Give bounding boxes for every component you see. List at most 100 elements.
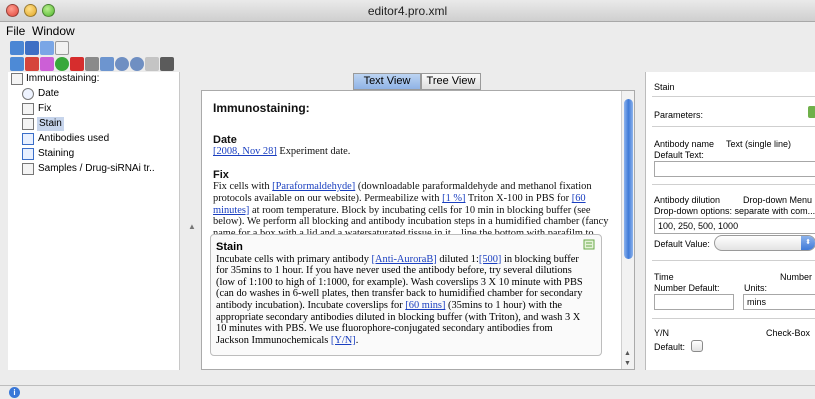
paraformaldehyde-link[interactable]: [Paraformaldehyde]	[272, 181, 355, 192]
dilution-link[interactable]: [500]	[479, 254, 502, 265]
add-icon[interactable]	[55, 57, 69, 71]
parameter-type-dropdown[interactable]: Drop-down Menu	[743, 195, 812, 205]
date-text: Experiment date.	[276, 146, 351, 158]
stain-section[interactable]: Stain Incubate cells with primary antibo…	[210, 234, 602, 356]
time-label: Time	[654, 272, 674, 282]
folder-icon[interactable]	[10, 41, 24, 55]
yn-link[interactable]: [Y/N]	[331, 335, 356, 346]
default-checkbox-label: Default:	[654, 342, 686, 352]
tree-item-label: Date	[38, 88, 60, 99]
pane-splitter-arrow-icon[interactable]: ▲	[188, 222, 196, 231]
checklist-icon[interactable]	[10, 57, 24, 71]
antibody-name-label: Antibody name	[654, 139, 715, 149]
properties-panel: Stain Parameters: Antibody name Text (si…	[645, 72, 815, 370]
doc-icon	[22, 163, 34, 175]
text-view-document: Immunostaining: Date [2008, Nov 28] Expe…	[201, 90, 635, 370]
delete-icon[interactable]	[70, 57, 84, 71]
doc-icon	[22, 118, 34, 130]
copy-icon[interactable]	[145, 57, 159, 71]
parameter-type-checkbox[interactable]: Check-Box	[766, 328, 810, 338]
info-icon[interactable]: i	[9, 387, 20, 398]
trash-icon[interactable]	[160, 57, 174, 71]
units-field[interactable]: mins	[743, 294, 815, 310]
app-window: editor4.pro.xml File Window Immunostaini…	[0, 0, 815, 399]
doc-title: Immunostaining:	[213, 101, 310, 115]
doc-icon	[11, 73, 23, 85]
divider	[652, 260, 815, 261]
fix-text: Triton X-100 in PBS for	[465, 192, 572, 204]
draw-icon[interactable]	[40, 57, 54, 71]
export-icon[interactable]	[100, 57, 114, 71]
date-link[interactable]: [2008, Nov 28]	[213, 146, 277, 157]
tab-text-view[interactable]: Text View	[353, 73, 421, 90]
grey-box-icon[interactable]	[85, 57, 99, 71]
antibody-dilution-label: Antibody dilution	[654, 195, 721, 205]
move-down-icon[interactable]	[130, 57, 144, 71]
properties-hscrollbar[interactable]	[645, 370, 815, 384]
tree-item-label: Staining	[38, 148, 75, 159]
clock-icon	[22, 88, 34, 100]
parameter-type-text[interactable]: Text (single line)	[726, 139, 791, 149]
default-checkbox[interactable]	[691, 340, 703, 352]
default-value-select[interactable]: ⬍	[714, 235, 815, 251]
doc-icon	[22, 103, 34, 115]
stain-duration-link[interactable]: [60 mins]	[405, 300, 445, 311]
menu-file[interactable]: File	[6, 24, 25, 38]
tree-item-label: Fix	[38, 103, 52, 114]
menu-bar: File Window	[0, 22, 815, 40]
document-scrollbar[interactable]: ▲ ▼	[621, 91, 634, 369]
editor-panel: Text View Tree View ▲ Immunostaining: Da…	[180, 72, 635, 370]
parameters-label: Parameters:	[654, 110, 704, 120]
date-paragraph: [2008, Nov 28] Experiment date.	[213, 146, 609, 158]
antibody-link[interactable]: [Anti-AuroraB]	[372, 254, 437, 265]
divider	[652, 126, 815, 127]
new-doc-icon[interactable]	[55, 41, 69, 55]
divider	[652, 96, 815, 97]
tree-item-label: Antibodies used	[38, 133, 110, 144]
toolbar-row-1	[0, 40, 815, 57]
triton-percent-link[interactable]: [1 %]	[442, 193, 465, 204]
toolbar-row-2	[0, 56, 815, 73]
status-bar: i	[0, 385, 815, 399]
stain-text: diluted 1:	[436, 253, 479, 265]
default-text-field[interactable]	[654, 161, 815, 177]
yn-label: Y/N	[654, 328, 670, 338]
dropdown-options-field[interactable]: 100, 250, 500, 1000	[654, 218, 815, 234]
undo-icon[interactable]	[25, 57, 39, 71]
table-icon	[22, 133, 34, 145]
window-title: editor4.pro.xml	[367, 4, 448, 18]
stain-paragraph: Incubate cells with primary antibody [An…	[216, 254, 586, 347]
add-parameter-icon[interactable]	[808, 106, 815, 118]
number-default-field[interactable]	[654, 294, 734, 310]
number-default-label: Number Default:	[654, 283, 720, 293]
stain-content: Stain Incubate cells with primary antibo…	[216, 241, 586, 347]
divider	[652, 318, 815, 319]
stain-text: Incubate cells with primary antibody	[216, 253, 372, 265]
save-icon[interactable]	[25, 41, 39, 55]
date-heading: Date	[213, 133, 237, 146]
protocol-tree: Immunostaining: Date Fix Stain Antibodie…	[8, 72, 180, 370]
tab-tree-view[interactable]: Tree View	[421, 73, 481, 90]
scroll-up-icon[interactable]: ▲	[624, 350, 631, 357]
edit-icon[interactable]	[40, 41, 54, 55]
move-up-icon[interactable]	[115, 57, 129, 71]
default-value-label: Default Value:	[654, 239, 710, 249]
fix-text: Fix cells with	[213, 181, 273, 193]
fix-heading: Fix	[213, 168, 229, 181]
tree-item-label: Samples / Drug-siRNAi tr..	[38, 163, 155, 174]
table-icon	[22, 148, 34, 160]
stain-heading: Stain	[216, 241, 243, 253]
tree-root-label: Immunostaining:	[26, 73, 100, 84]
divider	[652, 184, 815, 185]
stain-text: .	[355, 334, 359, 346]
scrollbar-thumb[interactable]	[624, 99, 633, 259]
scroll-down-icon[interactable]: ▼	[624, 360, 631, 367]
default-text-label: Default Text:	[654, 150, 704, 160]
parameter-type-number[interactable]: Number	[780, 272, 812, 282]
units-label: Units:	[744, 283, 768, 293]
edit-step-icon[interactable]	[583, 238, 596, 251]
dropdown-options-label: Drop-down options: separate with com...	[654, 206, 815, 216]
tree-hscrollbar[interactable]	[8, 370, 180, 384]
menu-window[interactable]: Window	[32, 24, 75, 38]
title-bar: editor4.pro.xml	[0, 0, 815, 22]
